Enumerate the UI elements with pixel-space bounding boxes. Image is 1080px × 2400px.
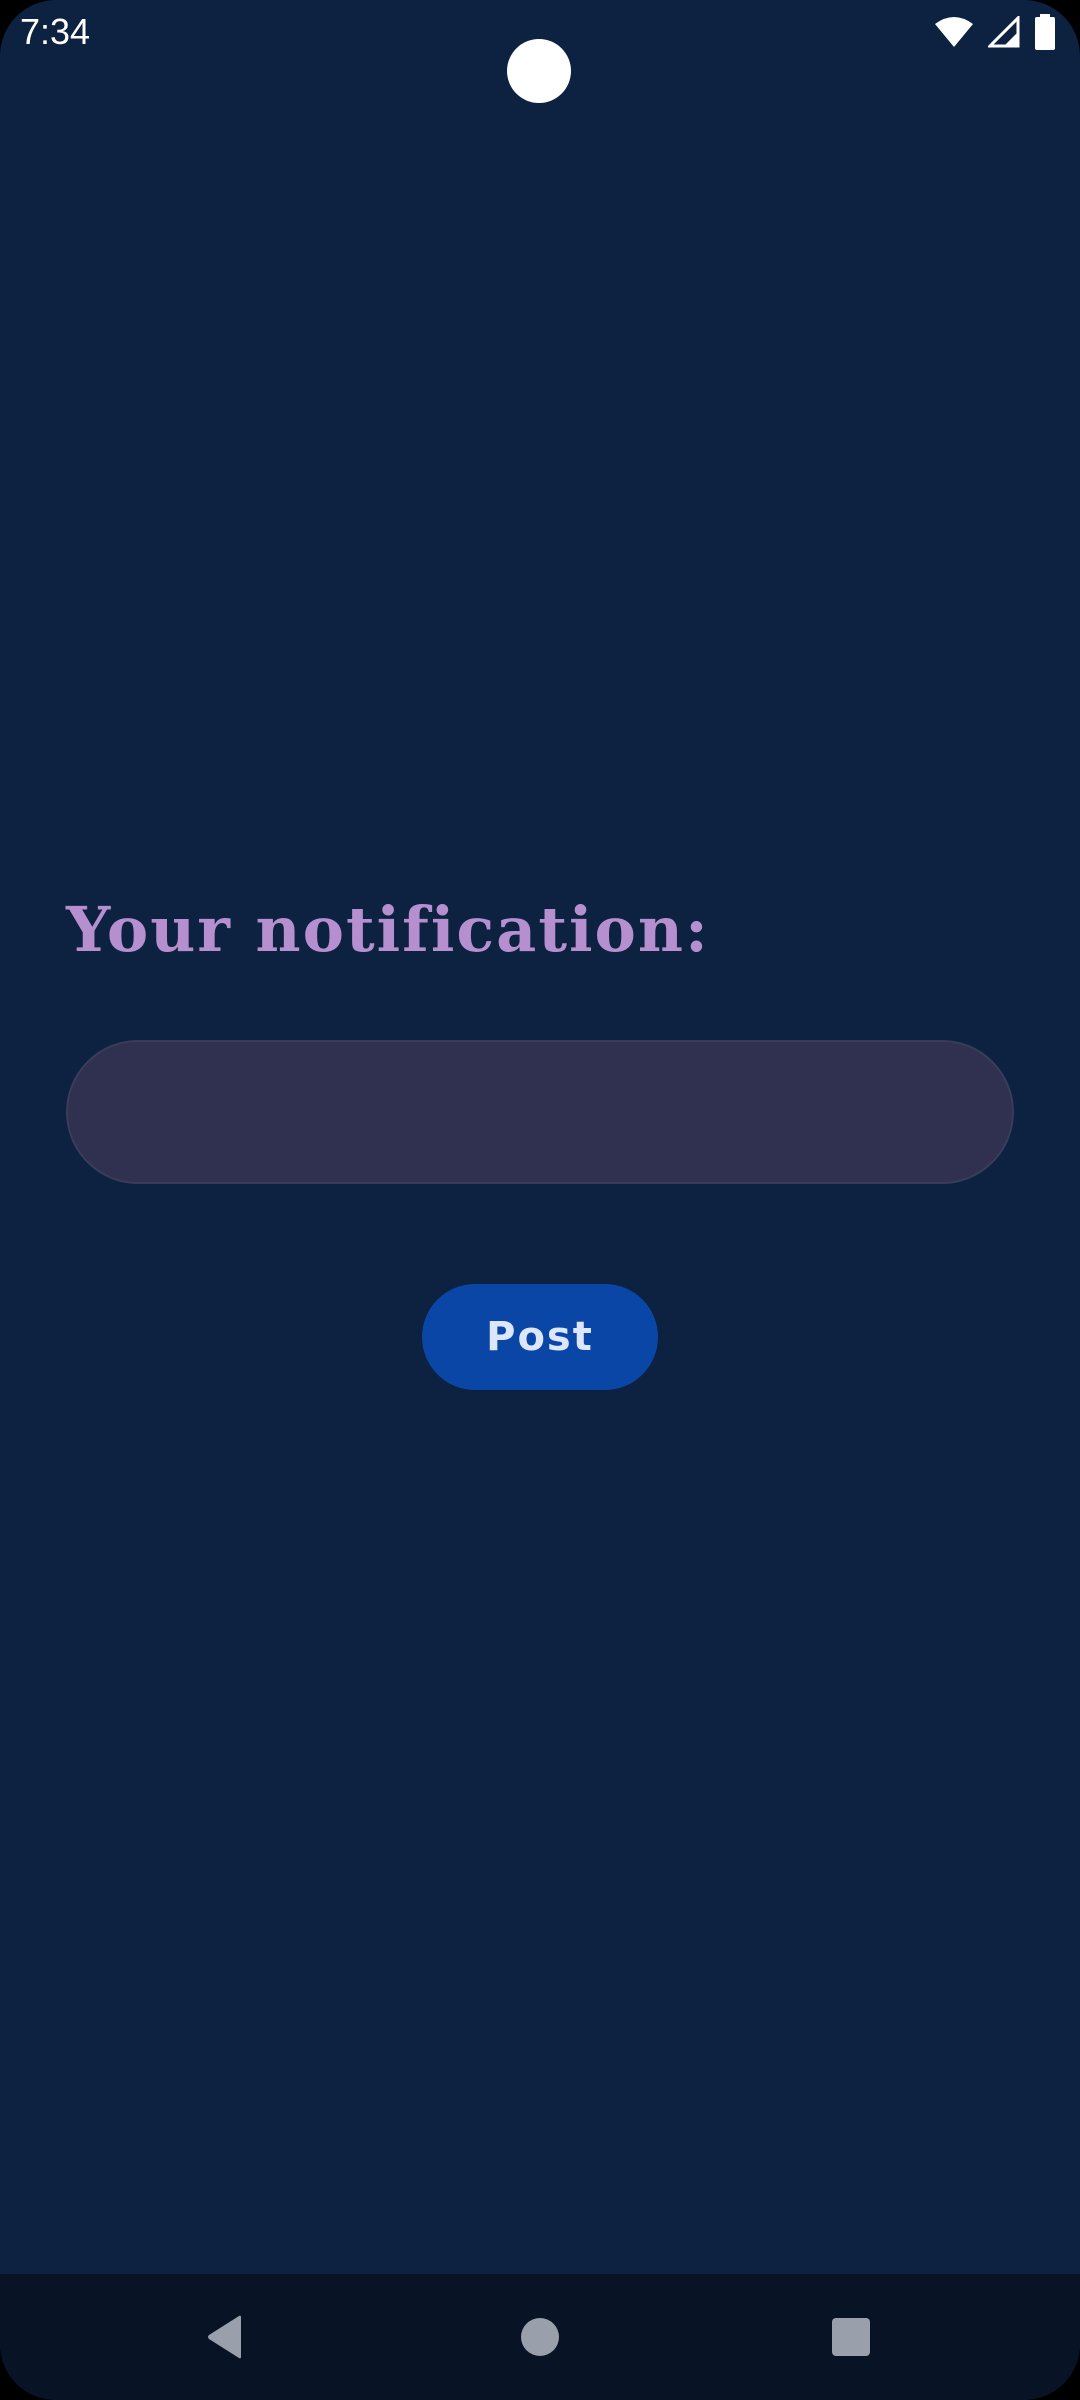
notification-heading: Your notification: [66, 893, 710, 966]
back-icon[interactable] [200, 2312, 250, 2362]
home-icon[interactable] [515, 2312, 565, 2362]
status-icons [934, 12, 1056, 52]
cell-signal-icon [988, 16, 1020, 48]
battery-icon [1034, 14, 1056, 50]
wifi-icon [934, 16, 974, 48]
app-screen: 7:34 Your notification: Post [0, 0, 1080, 2400]
recents-icon[interactable] [826, 2312, 876, 2362]
status-time: 7:34 [20, 11, 91, 52]
post-button[interactable]: Post [422, 1284, 658, 1390]
notification-input[interactable] [66, 1040, 1014, 1184]
navigation-bar [0, 2274, 1080, 2400]
camera-cutout [507, 39, 571, 103]
